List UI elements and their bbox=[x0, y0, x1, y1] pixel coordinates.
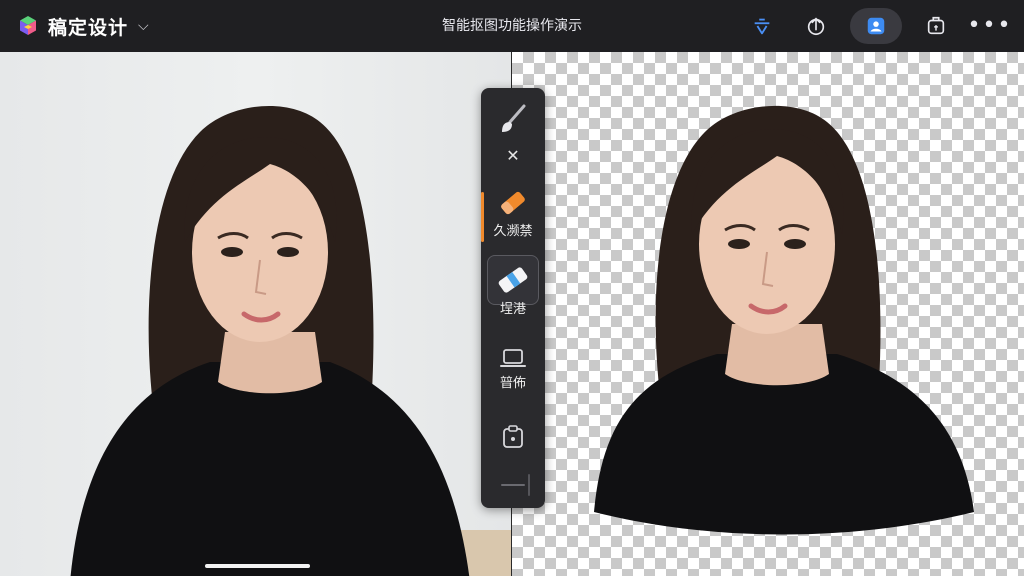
brush-icon bbox=[502, 104, 526, 132]
brush-tool[interactable] bbox=[481, 102, 545, 136]
restore-tool-label: 久濒禁 bbox=[493, 224, 533, 239]
cutout-portrait bbox=[594, 105, 974, 535]
brand-name: 稿定设计 bbox=[48, 16, 129, 39]
close-panel-button[interactable]: ✕ bbox=[481, 146, 545, 165]
original-portrait bbox=[70, 105, 470, 576]
crop-tool-button[interactable] bbox=[742, 8, 782, 44]
clipboard-icon bbox=[503, 425, 523, 448]
upload-button[interactable] bbox=[796, 8, 836, 44]
close-icon: ✕ bbox=[506, 146, 520, 165]
cutout-result-pane bbox=[512, 52, 1024, 576]
image-export-button[interactable] bbox=[916, 8, 956, 44]
panel-resize-handle[interactable] bbox=[528, 474, 530, 496]
upload-icon bbox=[807, 17, 825, 36]
erase-tool[interactable]: 埕港 bbox=[481, 264, 545, 317]
clipboard-tool[interactable] bbox=[481, 424, 545, 450]
eraser-blue-icon bbox=[498, 267, 528, 293]
image-export-icon bbox=[927, 16, 945, 35]
brand-logo-icon bbox=[20, 16, 36, 35]
cutout-icon bbox=[867, 17, 885, 35]
chevron-down-icon: ⌵ bbox=[138, 18, 149, 34]
tool-panel: ✕ 久濒禁 埕港 暜佈 bbox=[481, 88, 545, 508]
more-icon: ••• bbox=[967, 13, 1013, 38]
top-bar: 稿定设计 ⌵ 智能抠图功能操作演示 ••• bbox=[0, 0, 1024, 52]
smart-tool[interactable]: 暜佈 bbox=[481, 346, 545, 391]
cutout-button[interactable] bbox=[850, 8, 902, 44]
brand-menu[interactable]: 稿定设计 ⌵ bbox=[16, 13, 149, 40]
eraser-orange-icon bbox=[501, 191, 525, 215]
toolbar: ••• bbox=[742, 8, 1010, 44]
original-image-pane bbox=[0, 52, 512, 576]
erase-tool-label: 埕港 bbox=[499, 302, 526, 317]
panel-divider bbox=[501, 484, 525, 486]
smart-tool-label: 暜佈 bbox=[499, 376, 526, 391]
canvas-stage: ✕ 久濒禁 埕港 暜佈 bbox=[0, 52, 1024, 576]
crop-tool-icon bbox=[754, 18, 770, 35]
laptop-icon bbox=[500, 349, 526, 367]
more-button[interactable]: ••• bbox=[967, 8, 1013, 44]
restore-tool[interactable]: 久濒禁 bbox=[481, 188, 545, 239]
scroll-handle[interactable] bbox=[205, 564, 310, 568]
